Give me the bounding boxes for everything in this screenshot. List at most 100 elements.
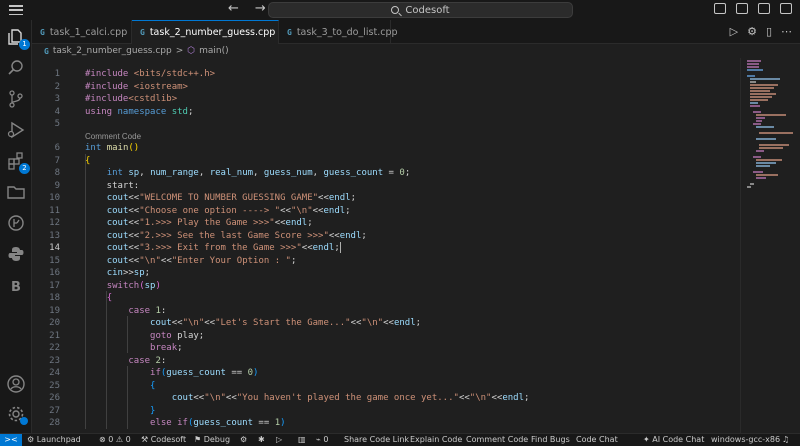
notifications-bell-icon[interactable]: ♫ [782, 434, 789, 446]
code-line: 18 { [49, 293, 113, 303]
breadcrumb-symbol[interactable]: main() [199, 46, 229, 56]
code-line: 12 cout<<"1.>>> Play the Game >>>"<<endl… [49, 218, 313, 228]
branch-icon: ⚒ [141, 435, 149, 444]
search-text: Codesoft [405, 4, 450, 16]
folder-icon[interactable] [6, 182, 26, 202]
tab-bar: G task_1_calci.cpp G task_2_number_guess… [32, 20, 800, 44]
code-line: 1 #include <bits/stdc++.h> [54, 69, 216, 79]
b-extension-icon[interactable]: B [11, 280, 21, 295]
code-line: 21 goto play; [49, 330, 205, 341]
forward-arrow-icon[interactable]: → [255, 1, 266, 16]
code-line: 11 cout<<"Choose one option ----> "<<"\n… [49, 205, 351, 216]
code-line: 10 cout<<"WELCOME TO NUMBER GUESSING GAM… [49, 193, 356, 203]
code-line: 28 else if(guess_count == 1) [49, 418, 286, 428]
text-cursor [339, 242, 341, 253]
compiler-config-item[interactable]: windows-gcc-x86 [711, 434, 780, 446]
cpp-file-icon: G [140, 28, 145, 37]
remote-indicator-icon[interactable]: >< [0, 434, 22, 446]
launchpad-item[interactable]: ⚙ Launchpad [27, 434, 81, 446]
extensions-badge: 2 [19, 163, 30, 174]
code-line: 9 start: [54, 180, 140, 191]
settings-gear-icon[interactable]: ⚙ [747, 25, 757, 38]
toggle-sidebar-icon[interactable] [714, 3, 726, 14]
code-line: 25 { [49, 380, 156, 391]
code-line: 24 if(guess_count == 0) [49, 368, 259, 378]
explorer-badge: 1 [19, 39, 30, 50]
customize-layout-icon[interactable] [780, 3, 792, 14]
cpp-file-icon: G [287, 27, 292, 37]
search-icon [391, 6, 400, 14]
layout-controls [714, 3, 792, 14]
comment-code-item[interactable]: Comment Code [466, 434, 528, 446]
code-line: 27 } [49, 405, 156, 416]
tab-label: task_3_to_do_list.cpp [296, 26, 398, 38]
manage-badge [20, 417, 28, 425]
cpp-file-icon: G [40, 27, 45, 37]
warning-icon: ⚠ [115, 435, 124, 444]
code-line: 15 cout<<"\n"<<"Enter Your Option : "; [49, 255, 297, 266]
ai-code-chat-item[interactable]: ✦ AI Code Chat [643, 434, 704, 446]
code-chat-item[interactable]: Code Chat [576, 434, 618, 446]
editor-actions: ▷ ⚙ ▯ ⋯ [730, 25, 792, 38]
back-arrow-icon[interactable]: ← [228, 1, 239, 16]
account-icon[interactable] [6, 374, 26, 394]
run-icon[interactable]: ▷ [276, 434, 282, 446]
debug-item[interactable]: ⚑ Debug [194, 434, 230, 446]
breadcrumb: G task_2_number_guess.cpp > ⬡ main() [32, 44, 800, 58]
more-actions-icon[interactable]: ⋯ [781, 25, 792, 38]
command-center-search[interactable]: Codesoft [268, 2, 573, 18]
ports-icon: ⌁ [316, 435, 321, 444]
code-line: 7{ [54, 155, 91, 166]
python-icon[interactable] [6, 244, 26, 264]
minimap[interactable] [740, 58, 800, 433]
tab-task-3-to-do-list[interactable]: G task_3_to_do_list.cpp [279, 20, 398, 44]
manage-gear-icon[interactable] [6, 404, 28, 425]
code-line-current: 14 cout<<"3.>>> Exit from the Game >>>"<… [49, 242, 341, 253]
code-line: 23 case 2: [49, 355, 167, 366]
code-line: 16 cin>>sp; [49, 268, 151, 278]
run-play-icon[interactable]: ▷ [730, 25, 738, 38]
status-bar: >< ⚙ Launchpad ⊗ 0 ⚠ 0 ⚒ Codesoft ⚑ Debu… [0, 433, 800, 446]
code-line: 5 [54, 119, 60, 129]
function-symbol-icon: ⬡ [187, 46, 196, 56]
code-line: 8 int sp, num_range, real_num, guess_num… [54, 168, 411, 178]
breadcrumb-separator: > [175, 46, 184, 56]
code-editor[interactable]: 1 #include <bits/stdc++.h> 2 #include <ios… [32, 58, 740, 433]
code-line: 13 cout<<"2.>>> See the last Game Score … [49, 230, 367, 241]
extensions-icon[interactable]: 2 [6, 151, 30, 174]
share-code-link-item[interactable]: Share Code Link [344, 434, 409, 446]
toggle-secondary-sidebar-icon[interactable] [758, 3, 770, 14]
code-line: 3 #include<cstdlib> [54, 94, 178, 104]
tab-label: task_2_number_guess.cpp [149, 27, 276, 38]
code-line: 20 cout<<"\n"<<"Let's Start the Game..."… [49, 318, 422, 328]
navigation-arrows: ← → [228, 1, 266, 16]
breadcrumb-file[interactable]: task_2_number_guess.cpp [53, 46, 172, 56]
ports-item[interactable]: ⌁ 0 [316, 434, 328, 446]
explorer-icon[interactable]: 1 [6, 27, 30, 50]
code-line: 4 using namespace std; [54, 106, 194, 117]
run-and-debug-icon[interactable] [6, 120, 26, 140]
search-view-icon[interactable] [6, 58, 26, 78]
find-bugs-item[interactable]: Find Bugs [531, 434, 570, 446]
tab-task-1-calci[interactable]: G task_1_calci.cpp [32, 20, 132, 44]
branch-item[interactable]: ⚒ Codesoft [141, 434, 186, 446]
explain-code-item[interactable]: Explain Code [410, 434, 462, 446]
split-editor-icon[interactable]: ▯ [766, 25, 772, 38]
build-gear-icon[interactable]: ⚙ [240, 434, 247, 446]
toggle-panel-icon[interactable] [736, 3, 748, 14]
title-bar: ← → Codesoft [0, 0, 800, 20]
tab-task-2-number-guess[interactable]: G task_2_number_guess.cpp [132, 20, 279, 44]
bug-icon[interactable]: ✱ [258, 434, 265, 446]
code-line: 2 #include <iostream> [54, 81, 188, 92]
code-line: 19 case 1: [49, 305, 167, 316]
trash-icon[interactable]: ▥ [298, 434, 306, 446]
tab-label: task_1_calci.cpp [49, 26, 128, 38]
git-graph-icon[interactable] [6, 213, 26, 233]
activity-bar: 1 2 B [0, 20, 32, 433]
code-line: 17 switch(sp) [49, 280, 161, 291]
problems-item[interactable]: ⊗ 0 ⚠ 0 [99, 434, 131, 446]
cpp-file-icon: G [44, 46, 49, 56]
menu-icon[interactable] [9, 3, 23, 17]
source-control-icon[interactable] [6, 89, 26, 109]
code-line: 6 int main() [54, 143, 140, 153]
